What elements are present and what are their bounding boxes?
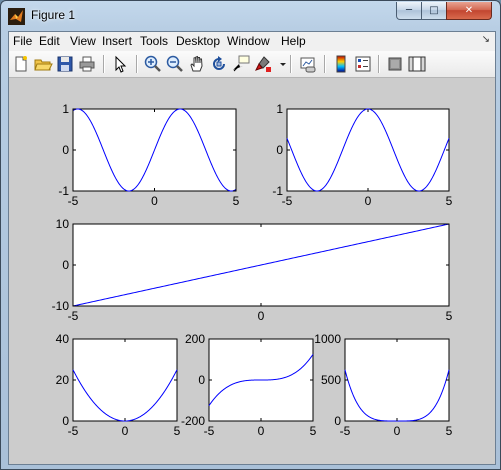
- y-tick-label: 1: [62, 102, 69, 116]
- subplot-axes-2: [286, 108, 450, 192]
- close-button[interactable]: ✕: [446, 2, 492, 20]
- x-tick-label: 0: [122, 424, 129, 438]
- x-tick-label: 0: [394, 424, 401, 438]
- minimize-icon: ─: [405, 5, 413, 16]
- title-bar[interactable]: Figure 1 ─ □ ✕: [1, 1, 500, 30]
- x-tick-label: 5: [446, 194, 453, 208]
- y-tick-label: 0: [276, 143, 283, 157]
- x-tick-label: 5: [310, 424, 317, 438]
- x-tick-label: 0: [151, 194, 158, 208]
- x-tick-label: 5: [174, 424, 181, 438]
- y-tick-label: 0: [62, 258, 69, 272]
- minimize-button[interactable]: ─: [396, 2, 422, 20]
- x-tick-label: 5: [446, 424, 453, 438]
- x-tick-label: 0: [365, 194, 372, 208]
- y-tick-label: 500: [321, 373, 341, 387]
- x-tick-label: -5: [282, 194, 293, 208]
- figure-window: Figure 1 ─ □ ✕ File Edit View Insert Too…: [0, 0, 501, 470]
- x-tick-label: 5: [446, 309, 453, 323]
- y-tick-label: 20: [56, 373, 70, 387]
- x-tick-label: -5: [340, 424, 351, 438]
- matlab-logo-icon: [8, 8, 25, 25]
- x-tick-label: -5: [68, 309, 79, 323]
- x-tick-label: -5: [68, 424, 79, 438]
- x-tick-label: -5: [68, 194, 79, 208]
- maximize-button[interactable]: □: [421, 2, 447, 20]
- maximize-icon: □: [429, 5, 439, 16]
- close-icon: ✕: [464, 5, 474, 16]
- y-tick-label: -200: [181, 414, 205, 428]
- y-tick-label: 40: [56, 332, 70, 346]
- y-tick-label: 0: [198, 373, 205, 387]
- x-tick-label: 0: [258, 309, 265, 323]
- x-tick-label: -5: [204, 424, 215, 438]
- y-tick-label: 0: [62, 143, 69, 157]
- y-tick-label: 0: [334, 414, 341, 428]
- window-title: Figure 1: [31, 8, 76, 22]
- figure-canvas[interactable]: -5 0 5-101-5 0 5-101-5 0 5-10010-5 0 502040-5 0 5-…: [9, 32, 495, 464]
- y-tick-label: -1: [58, 184, 69, 198]
- y-tick-label: 0: [62, 414, 69, 428]
- y-tick-label: -10: [52, 299, 70, 313]
- x-tick-label: 5: [233, 194, 240, 208]
- subplot-axes-4: [72, 338, 178, 422]
- y-tick-label: 10: [56, 217, 70, 231]
- y-tick-label: 200: [185, 332, 205, 346]
- y-tick-label: -1: [272, 184, 283, 198]
- figure-client-area: File Edit View Insert Tools Desktop Wind…: [8, 31, 496, 465]
- y-tick-label: 1000: [314, 332, 341, 346]
- x-tick-label: 0: [258, 424, 265, 438]
- y-tick-label: 1: [276, 102, 283, 116]
